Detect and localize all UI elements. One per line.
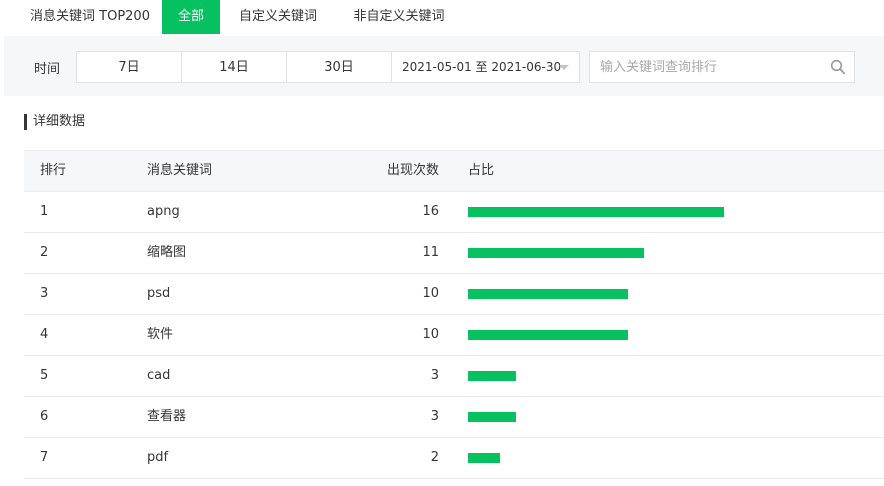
column-header-count: 出现次数 xyxy=(386,163,439,178)
keyword-ranking-table: 排行 消息关键词 出现次数 占比 1 apng 16 2 缩略图 11 3 psd 10 4 软件 1… xyxy=(24,150,884,479)
time-label: 时间 xyxy=(34,62,61,77)
section-title: 详细数据 xyxy=(24,114,85,130)
column-header-keyword: 消息关键词 xyxy=(147,163,213,178)
share-bar xyxy=(468,248,644,258)
table-row: 7 pdf 2 xyxy=(24,438,884,479)
range-30-days-button[interactable]: 30日 xyxy=(286,51,392,83)
search-icon[interactable] xyxy=(830,59,846,75)
table-row: 6 查看器 3 xyxy=(24,397,884,438)
count-cell: 10 xyxy=(422,327,439,342)
count-cell: 2 xyxy=(430,450,439,465)
share-bar xyxy=(468,289,628,299)
table-header: 排行 消息关键词 出现次数 占比 xyxy=(24,150,884,192)
keyword-cell: 软件 xyxy=(147,327,174,342)
keyword-cell: pdf xyxy=(147,450,169,465)
share-bar xyxy=(468,207,724,217)
date-range-value: 2021-05-01 至 2021-06-30 xyxy=(402,60,562,74)
share-bar xyxy=(468,453,500,463)
count-cell: 3 xyxy=(430,368,439,383)
tab-all[interactable]: 全部 xyxy=(162,0,220,34)
count-cell: 16 xyxy=(422,204,439,219)
keyword-cell: 缩略图 xyxy=(147,245,187,260)
time-filter-bar: 时间 7日 14日 30日 2021-05-01 至 2021-06-30 xyxy=(4,36,884,96)
share-bar xyxy=(468,330,628,340)
tab-keyword-top200[interactable]: 消息关键词 TOP200 xyxy=(22,0,158,34)
table-body: 1 apng 16 2 缩略图 11 3 psd 10 4 软件 10 5 cad 3 6 查看器 3 7 pdf 2 xyxy=(24,192,884,479)
rank-cell: 5 xyxy=(40,368,49,383)
keyword-cell: cad xyxy=(147,368,171,383)
rank-cell: 2 xyxy=(40,245,49,260)
keyword-search-input[interactable] xyxy=(590,52,830,82)
rank-cell: 7 xyxy=(40,450,49,465)
share-bar xyxy=(468,371,516,381)
date-range-picker[interactable]: 2021-05-01 至 2021-06-30 xyxy=(391,51,580,83)
table-row: 2 缩略图 11 xyxy=(24,233,884,274)
rank-cell: 1 xyxy=(40,204,49,219)
keyword-tab-bar: 消息关键词 TOP200 全部 自定义关键词 非自定义关键词 xyxy=(0,0,884,34)
rank-cell: 4 xyxy=(40,327,49,342)
rank-cell: 6 xyxy=(40,409,49,424)
count-cell: 11 xyxy=(422,245,439,260)
table-row: 5 cad 3 xyxy=(24,356,884,397)
range-14-days-button[interactable]: 14日 xyxy=(181,51,287,83)
table-row: 4 软件 10 xyxy=(24,315,884,356)
rank-cell: 3 xyxy=(40,286,49,301)
tab-non-custom-keywords[interactable]: 非自定义关键词 xyxy=(340,0,458,34)
table-row: 3 psd 10 xyxy=(24,274,884,315)
keyword-cell: apng xyxy=(147,204,180,219)
table-row: 1 apng 16 xyxy=(24,192,884,233)
keyword-search-box xyxy=(589,51,855,83)
range-7-days-button[interactable]: 7日 xyxy=(76,51,182,83)
caret-down-icon xyxy=(559,65,569,70)
column-header-rank: 排行 xyxy=(40,163,67,178)
share-bar xyxy=(468,412,516,422)
tab-custom-keywords[interactable]: 自定义关键词 xyxy=(226,0,330,34)
count-cell: 3 xyxy=(430,409,439,424)
keyword-cell: 查看器 xyxy=(147,409,187,424)
count-cell: 10 xyxy=(422,286,439,301)
column-header-share: 占比 xyxy=(468,163,495,178)
keyword-cell: psd xyxy=(147,286,171,301)
